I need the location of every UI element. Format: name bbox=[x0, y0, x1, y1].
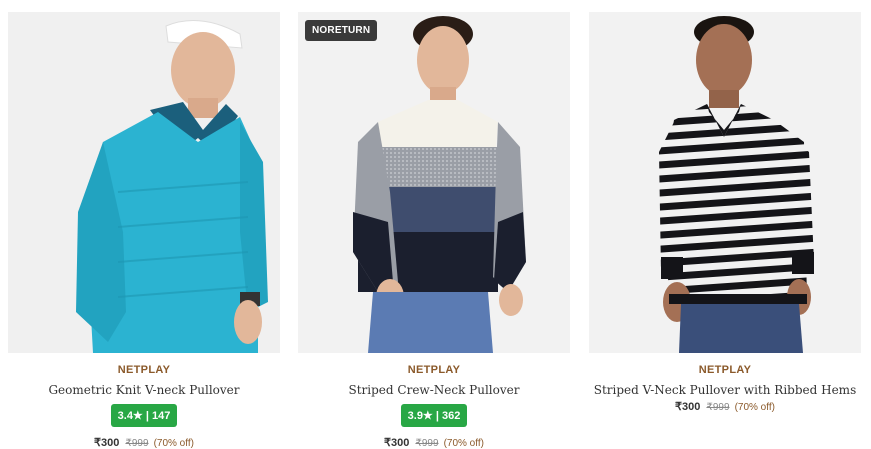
rating-badge: 3.4★ | 147 bbox=[110, 404, 178, 427]
product-name[interactable]: Geometric Knit V-neck Pullover bbox=[8, 382, 280, 398]
current-price: ₹300 bbox=[384, 437, 410, 449]
product-price-row: ₹300 ₹999 (70% off) bbox=[589, 400, 861, 413]
discount-label: (70% off) bbox=[153, 438, 194, 449]
product-image[interactable]: NORETURN bbox=[298, 12, 570, 353]
current-price: ₹300 bbox=[675, 401, 701, 413]
product-card[interactable]: NORETURN NETPLAY Striped Crew-Neck Pullo… bbox=[298, 12, 570, 449]
product-card[interactable]: NETPLAY Striped V-Neck Pullover with Rib… bbox=[589, 12, 861, 445]
product-image[interactable] bbox=[589, 12, 861, 353]
discount-label: (70% off) bbox=[443, 438, 484, 449]
original-price: ₹999 bbox=[125, 438, 149, 449]
rating-badge: 3.9★ | 362 bbox=[400, 404, 468, 427]
product-photo bbox=[298, 12, 570, 353]
noreturn-tag: NORETURN bbox=[305, 20, 378, 41]
product-brand[interactable]: NETPLAY bbox=[298, 363, 570, 377]
product-card[interactable]: NETPLAY Geometric Knit V-neck Pullover 3… bbox=[8, 12, 280, 449]
product-photo bbox=[8, 12, 280, 353]
product-photo bbox=[589, 12, 861, 353]
discount-label: (70% off) bbox=[734, 402, 775, 413]
product-brand[interactable]: NETPLAY bbox=[589, 363, 861, 377]
product-image[interactable] bbox=[8, 12, 280, 353]
original-price: ₹999 bbox=[415, 438, 439, 449]
current-price: ₹300 bbox=[94, 437, 120, 449]
original-price: ₹999 bbox=[706, 402, 730, 413]
product-brand[interactable]: NETPLAY bbox=[8, 363, 280, 377]
product-price-row: ₹300 ₹999 (70% off) bbox=[8, 436, 280, 449]
product-price-row: ₹300 ₹999 (70% off) bbox=[298, 436, 570, 449]
product-name[interactable]: Striped V-Neck Pullover with Ribbed Hems bbox=[589, 382, 861, 398]
product-name[interactable]: Striped Crew-Neck Pullover bbox=[298, 382, 570, 398]
